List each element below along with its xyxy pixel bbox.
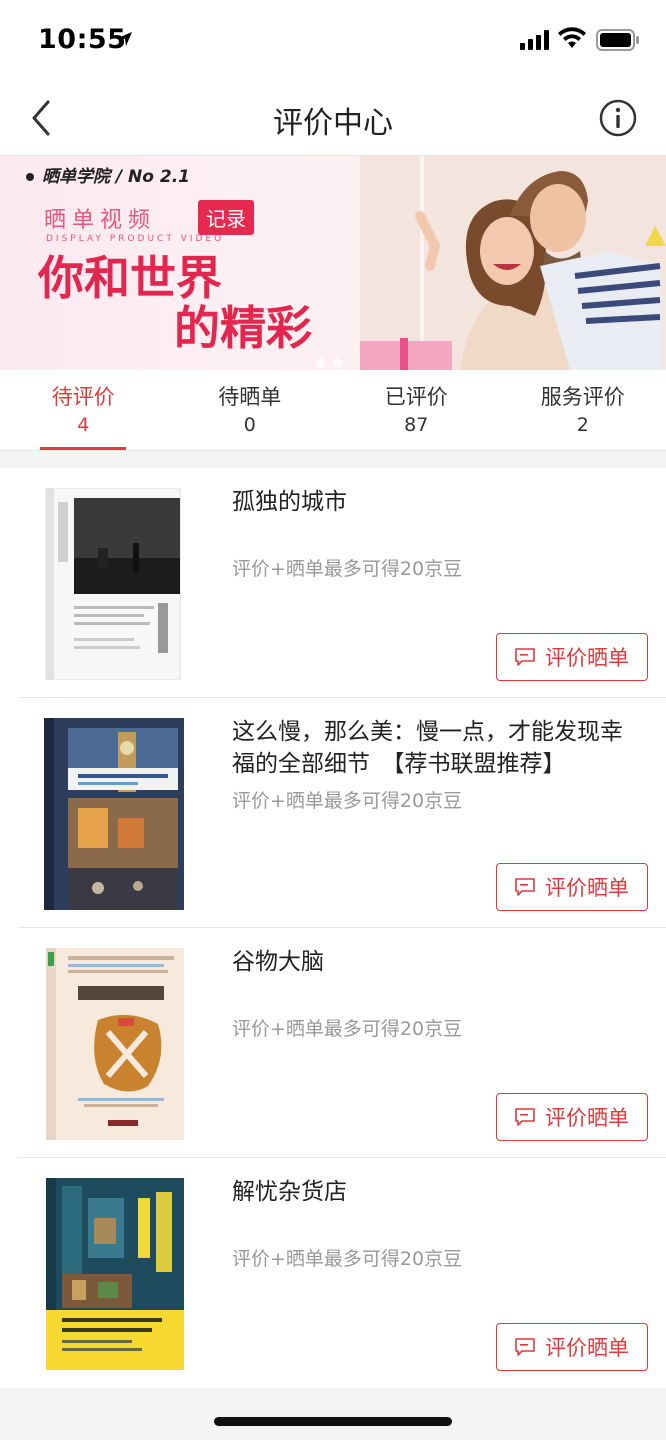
item-reward-text: 评价+晒单最多可得20京豆: [232, 790, 463, 812]
item-title[interactable]: 解忧杂货店: [232, 1176, 644, 1208]
book-cover-image: [45, 488, 181, 680]
item-title[interactable]: 孤独的城市: [232, 486, 644, 518]
review-share-button[interactable]: 评价晒单: [496, 633, 648, 681]
button-label: 评价晒单: [545, 1106, 629, 1130]
pending-review-list: 孤独的城市 评价+晒单最多可得20京豆 评价晒单 这么慢，那么美：慢一点，才能发…: [0, 468, 666, 1388]
item-title[interactable]: 这么慢，那么美：慢一点，才能发现幸福的全部细节 【荐书联盟推荐】: [232, 716, 644, 780]
banner-headline-2: 的精彩: [174, 301, 312, 355]
page-title: 评价中心: [273, 106, 393, 141]
tab-pending-photo[interactable]: 待晒单 0: [167, 370, 334, 450]
banner-pager: [316, 352, 350, 370]
cellular-signal-icon: [520, 30, 549, 50]
status-bar: 10:55: [0, 0, 666, 80]
review-share-button[interactable]: 评价晒单: [496, 1093, 648, 1141]
book-cover-image: [46, 1178, 184, 1370]
tab-label: 待评价: [51, 385, 115, 409]
book-cover-image: [44, 718, 184, 910]
banner-tag: 记录: [198, 200, 254, 235]
item-reward-text: 评价+晒单最多可得20京豆: [232, 1248, 463, 1270]
tab-pending-review[interactable]: 待评价 4: [0, 370, 167, 450]
book-cover-image: [46, 948, 184, 1140]
item-reward-text: 评价+晒单最多可得20京豆: [232, 558, 463, 580]
comment-icon: [515, 878, 535, 896]
list-item[interactable]: 孤独的城市 评价+晒单最多可得20京豆 评价晒单: [0, 468, 666, 698]
banner-subtitle: 晒单视频: [44, 208, 157, 233]
review-tabs: 待评价 4 待晒单 0 已评价 87 服务评价 2: [0, 370, 666, 451]
list-item[interactable]: 解忧杂货店 评价+晒单最多可得20京豆 评价晒单: [0, 1158, 666, 1388]
button-label: 评价晒单: [545, 646, 629, 670]
tab-label: 已评价: [384, 385, 448, 409]
info-icon[interactable]: [598, 98, 638, 138]
comment-icon: [515, 1338, 535, 1356]
tab-count: 2: [576, 414, 589, 436]
item-title[interactable]: 谷物大脑: [232, 946, 644, 978]
tab-count: 87: [404, 414, 429, 436]
list-item[interactable]: 谷物大脑 评价+晒单最多可得20京豆 评价晒单: [0, 928, 666, 1158]
button-label: 评价晒单: [545, 876, 629, 900]
tab-service-review[interactable]: 服务评价 2: [500, 370, 666, 450]
active-tab-indicator: [40, 447, 126, 450]
tab-label: 服务评价: [540, 385, 625, 409]
battery-icon: [596, 29, 639, 51]
home-indicator[interactable]: [214, 1417, 452, 1426]
tab-reviewed[interactable]: 已评价 87: [333, 370, 500, 450]
nav-bar: 评价中心: [0, 80, 666, 156]
review-share-button[interactable]: 评价晒单: [496, 1323, 648, 1371]
wifi-icon: [558, 27, 586, 48]
review-share-button[interactable]: 评价晒单: [496, 863, 648, 911]
tab-count: 4: [77, 414, 90, 436]
list-item[interactable]: 这么慢，那么美：慢一点，才能发现幸福的全部细节 【荐书联盟推荐】 评价+晒单最多…: [0, 698, 666, 928]
promo-banner[interactable]: 晒单学院 / No 2.1 晒单视频 记录 DISPLAY PRODUCT VI…: [0, 156, 666, 370]
tab-label: 待晒单: [218, 385, 282, 409]
location-arrow-icon: [118, 32, 132, 46]
status-time: 10:55: [38, 24, 127, 55]
item-reward-text: 评价+晒单最多可得20京豆: [232, 1018, 463, 1040]
button-label: 评价晒单: [545, 1336, 629, 1360]
comment-icon: [515, 648, 535, 666]
banner-brand: 晒单学院 / No 2.1: [26, 162, 190, 187]
comment-icon: [515, 1108, 535, 1126]
tab-count: 0: [243, 414, 256, 436]
banner-couple-image: [360, 156, 666, 370]
